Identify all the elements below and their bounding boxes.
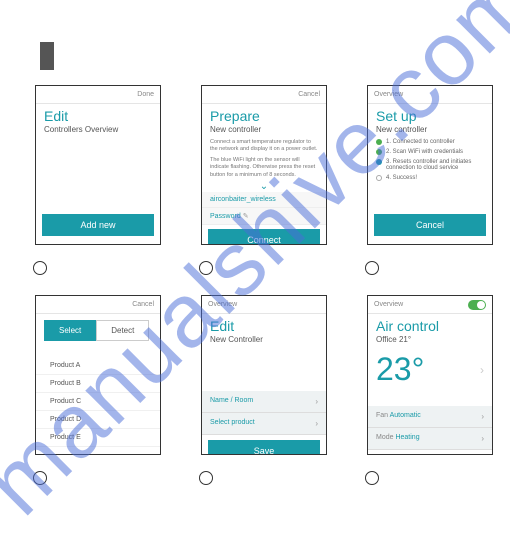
done-link[interactable]: Done	[137, 91, 154, 98]
header: Cancel	[202, 86, 326, 104]
step-indicator	[365, 471, 379, 485]
list-item[interactable]: Product B	[36, 375, 160, 393]
screen-prepare: Cancel Prepare New controller Connect a …	[201, 85, 327, 245]
list-item[interactable]: Product E	[36, 429, 160, 447]
ssid-input[interactable]: airconbaiter_wireless	[202, 192, 326, 208]
step-1: 1. Connected to controller	[368, 137, 492, 147]
step-2: 2. Scan WiFi with credentials	[368, 147, 492, 157]
screen-setup: Overview Set up New controller 1. Connec…	[367, 85, 493, 245]
tab-detect[interactable]: Detect	[96, 320, 149, 341]
subtitle: Controllers Overview	[36, 124, 160, 137]
power-toggle[interactable]	[468, 300, 486, 310]
screen-edit-overview: Done Edit Controllers Overview Add new	[35, 85, 161, 245]
screen-edit-controller: Overview Edit New Controller Name / Room…	[201, 295, 327, 455]
cancel-link[interactable]: Cancel	[132, 301, 154, 308]
title: Set up	[368, 104, 492, 124]
save-button[interactable]: Save	[208, 440, 320, 455]
mode-row[interactable]: Mode Heating›	[368, 428, 492, 450]
screen-select: Cancel Select Detect Product A Product B…	[35, 295, 161, 455]
tab-select[interactable]: Select	[44, 320, 96, 341]
title: Air control	[368, 314, 492, 334]
step-indicator	[199, 261, 213, 275]
subtitle: New Controller	[202, 334, 326, 347]
step-4: 4. Success!	[368, 173, 492, 183]
instruction-2: The blue WiFi light on the sensor will i…	[202, 155, 326, 180]
step-indicator	[199, 471, 213, 485]
cancel-button[interactable]: Cancel	[374, 214, 486, 236]
list-item[interactable]: Product A	[36, 357, 160, 375]
select-product-row[interactable]: Select product›	[202, 413, 326, 435]
chevron-right-icon[interactable]: ›	[480, 363, 484, 377]
password-input[interactable]: Password ✎	[202, 208, 326, 225]
screens-grid: Done Edit Controllers Overview Add new C…	[35, 85, 510, 485]
cancel-link[interactable]: Cancel	[298, 91, 320, 98]
name-room-row[interactable]: Name / Room›	[202, 391, 326, 413]
step-indicator	[33, 471, 47, 485]
subtitle: New controller	[368, 124, 492, 137]
step-3: 3. Resets controller and initiates conne…	[368, 157, 492, 173]
temperature-display: 23°	[368, 347, 432, 392]
list-item[interactable]: Product C	[36, 393, 160, 411]
title: Edit	[36, 104, 160, 124]
overview-link[interactable]: Overview	[374, 301, 403, 308]
connect-button[interactable]: Connect	[208, 229, 320, 245]
fan-row[interactable]: Fan Automatic›	[368, 406, 492, 428]
header: Done	[36, 86, 160, 104]
chevron-right-icon: ›	[481, 412, 484, 421]
header: Overview	[368, 296, 492, 314]
tabs: Select Detect	[36, 314, 160, 347]
step-indicator	[33, 261, 47, 275]
header: Overview	[202, 296, 326, 314]
chevron-right-icon: ›	[315, 419, 318, 428]
screen-air-control: Overview Air control Office 21° 23° › Fa…	[367, 295, 493, 455]
step-indicator	[365, 261, 379, 275]
subtitle: Office 21°	[368, 334, 492, 347]
subtitle: New controller	[202, 124, 326, 137]
title: Prepare	[202, 104, 326, 124]
title: Edit	[202, 314, 326, 334]
chevron-right-icon: ›	[315, 397, 318, 406]
instruction-1: Connect a smart temperature regulator to…	[202, 137, 326, 155]
chevron-down-icon: ⌄	[202, 181, 326, 192]
page-stub	[40, 42, 54, 70]
overview-link[interactable]: Overview	[208, 301, 237, 308]
list-item[interactable]: Product D	[36, 411, 160, 429]
add-new-button[interactable]: Add new	[42, 214, 154, 236]
overview-link[interactable]: Overview	[374, 91, 403, 98]
header: Overview	[368, 86, 492, 104]
header: Cancel	[36, 296, 160, 314]
chevron-right-icon: ›	[481, 434, 484, 443]
